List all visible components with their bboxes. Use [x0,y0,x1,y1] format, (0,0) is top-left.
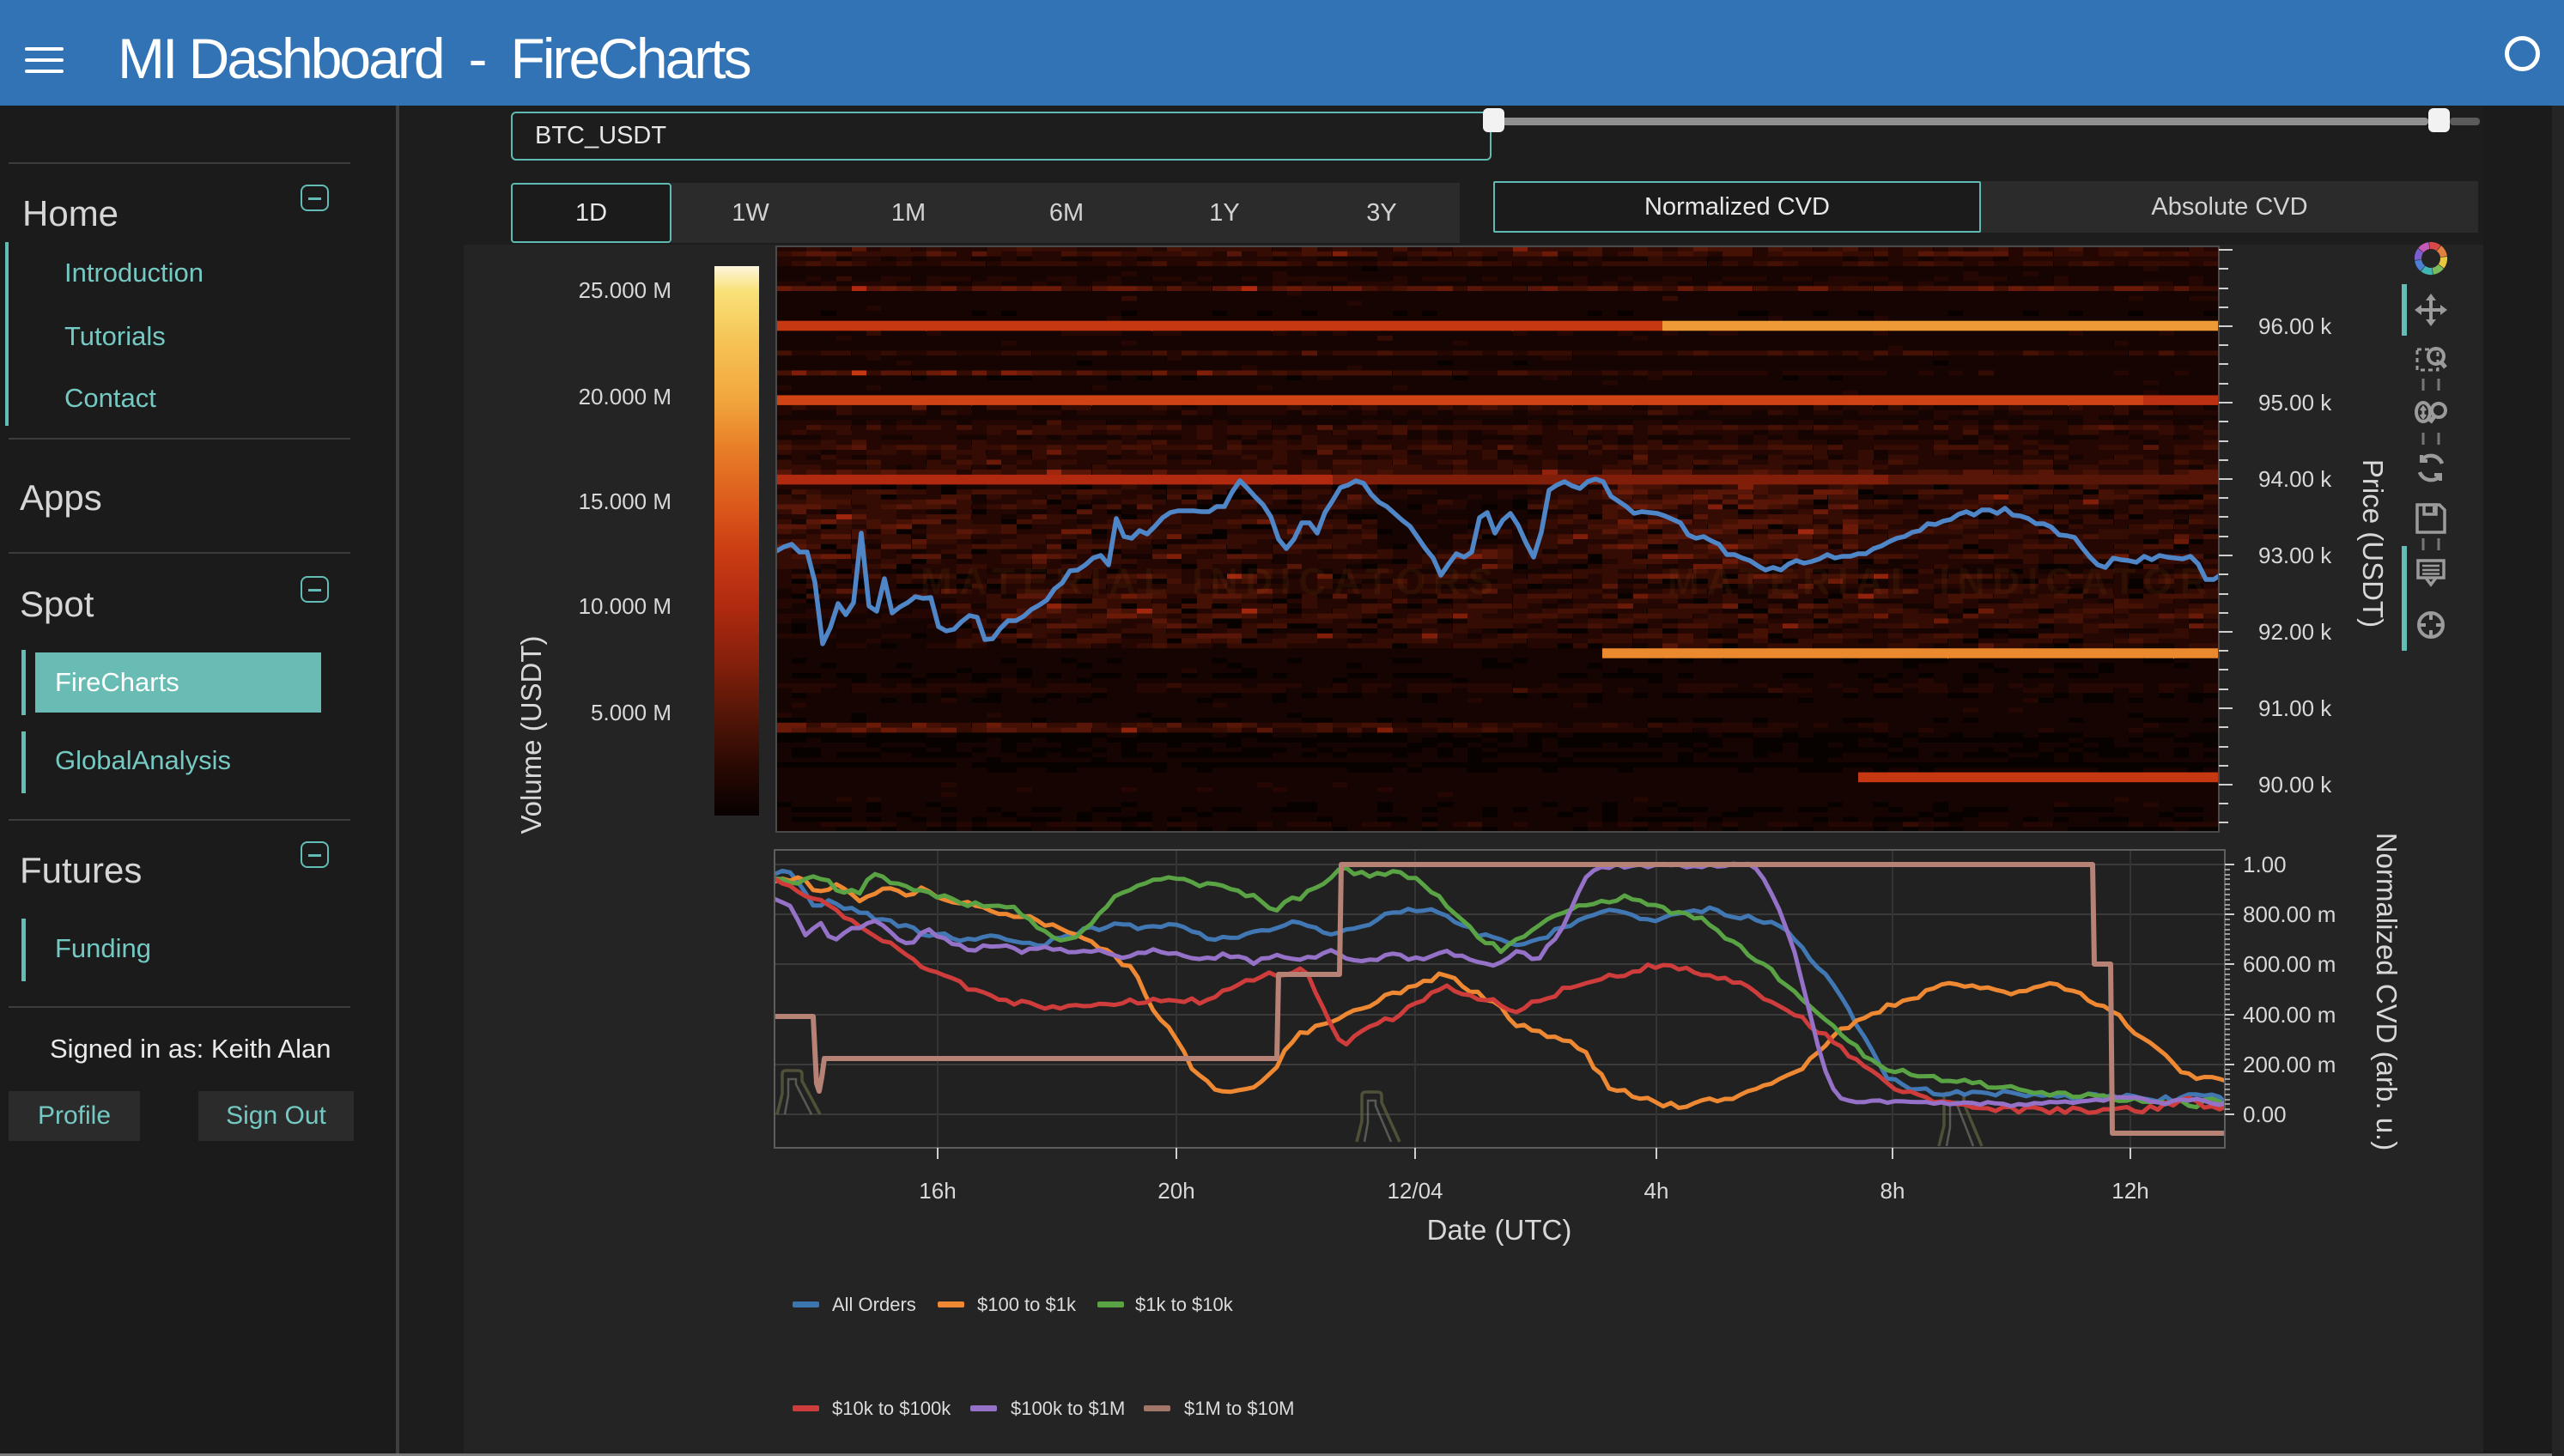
svg-text:Volume (USDT): Volume (USDT) [515,635,547,834]
svg-text:800.00 m: 800.00 m [2243,901,2336,927]
svg-text:600.00 m: 600.00 m [2243,951,2336,977]
svg-text:91.00 k: 91.00 k [2258,695,2332,721]
svg-text:400.00 m: 400.00 m [2243,1002,2336,1028]
svg-text:200.00 m: 200.00 m [2243,1052,2336,1077]
svg-text:$100k to $1M: $100k to $1M [1011,1398,1125,1419]
svg-text:$10k to $100k: $10k to $100k [832,1398,951,1419]
svg-text:Normalized CVD (arb. u.): Normalized CVD (arb. u.) [2371,833,2403,1150]
svg-text:10.000 M: 10.000 M [579,593,671,619]
svg-text:16h: 16h [919,1178,956,1204]
svg-text:Date (UTC): Date (UTC) [1427,1214,1572,1246]
svg-text:95.00 k: 95.00 k [2258,390,2332,416]
svg-text:5.000 M: 5.000 M [591,700,671,725]
svg-text:12h: 12h [2111,1178,2148,1204]
svg-text:25.000 M: 25.000 M [579,277,671,303]
svg-text:4h: 4h [1644,1178,1669,1204]
svg-text:$1M to $10M: $1M to $10M [1184,1398,1294,1419]
svg-text:94.00 k: 94.00 k [2258,466,2332,492]
svg-text:MATERIAL INDICATORS: MATERIAL INDICATORS [1668,561,2248,603]
svg-text:0.00: 0.00 [2243,1101,2287,1127]
svg-text:MATERIAL INDICATORS: MATERIAL INDICATORS [920,561,1501,603]
svg-text:20.000 M: 20.000 M [579,384,671,410]
svg-text:$100 to $1k: $100 to $1k [977,1294,1077,1315]
svg-text:92.00 k: 92.00 k [2258,619,2332,645]
svg-text:96.00 k: 96.00 k [2258,313,2332,339]
svg-text:20h: 20h [1157,1178,1194,1204]
svg-text:93.00 k: 93.00 k [2258,543,2332,568]
svg-text:All Orders: All Orders [832,1294,916,1315]
svg-text:1.00: 1.00 [2243,852,2287,877]
svg-text:8h: 8h [1880,1178,1905,1204]
svg-text:90.00 k: 90.00 k [2258,772,2332,798]
svg-text:12/04: 12/04 [1387,1178,1443,1204]
svg-text:15.000 M: 15.000 M [579,488,671,514]
svg-text:Price (USDT): Price (USDT) [2357,459,2389,628]
svg-text:$1k to $10k: $1k to $10k [1135,1294,1234,1315]
